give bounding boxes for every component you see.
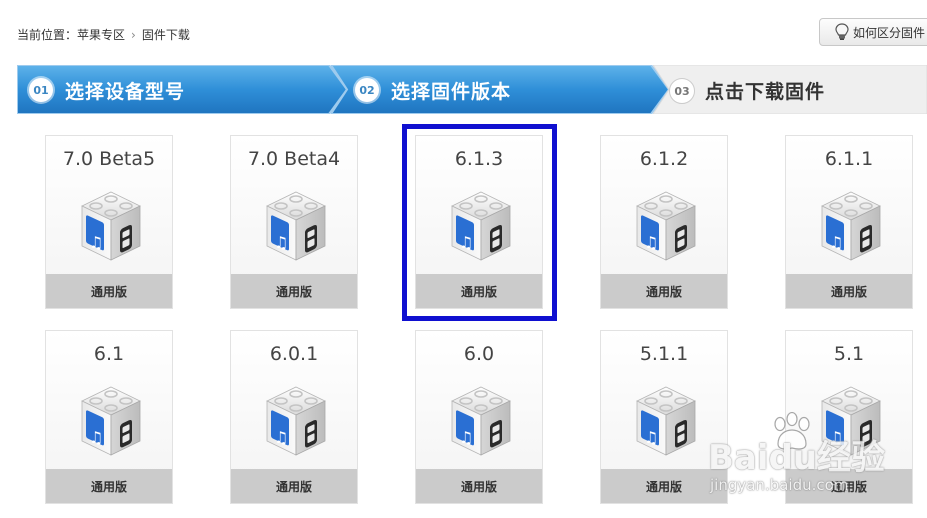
- firmware-card[interactable]: 6.0.1 ♫ 通用版: [230, 330, 358, 504]
- step-label: 选择固件版本: [391, 81, 512, 103]
- breadcrumb-apple-zone[interactable]: 苹果专区: [77, 28, 125, 42]
- svg-text:♫: ♫: [829, 428, 843, 447]
- firmware-version: 6.1.2: [639, 148, 689, 170]
- step-number: 03: [669, 78, 695, 104]
- firmware-version: 6.1.1: [824, 148, 874, 170]
- svg-text:♫: ♫: [274, 428, 288, 447]
- firmware-edition-label: 通用版: [786, 469, 912, 503]
- breadcrumb-current: 固件下载: [141, 28, 190, 42]
- svg-text:♫: ♫: [274, 233, 288, 252]
- svg-text:♫: ♫: [459, 428, 473, 447]
- step-label: 点击下载固件: [705, 81, 826, 103]
- firmware-version: 7.0 Beta4: [247, 148, 341, 170]
- itunes-firmware-cube-icon: ♫: [816, 186, 886, 264]
- firmware-edition-label: 通用版: [416, 274, 542, 308]
- svg-text:♫: ♫: [644, 233, 658, 252]
- firmware-edition-label: 通用版: [416, 469, 542, 503]
- firmware-card[interactable]: 6.1.2 ♫ 通用版: [600, 135, 728, 309]
- firmware-edition-label: 通用版: [601, 274, 727, 308]
- steps-bar: 01 选择设备型号 02 选择固件版本 03 点击下载固件: [17, 65, 927, 114]
- step-download-firmware[interactable]: 03 点击下载固件: [653, 65, 927, 114]
- firmware-version: 6.1: [93, 343, 125, 365]
- svg-text:♫: ♫: [459, 233, 473, 252]
- firmware-card[interactable]: 5.1 ♫ 通用版: [785, 330, 913, 504]
- firmware-version: 6.1.3: [454, 148, 504, 170]
- firmware-card[interactable]: 5.1.1 ♫ 通用版: [600, 330, 728, 504]
- itunes-firmware-cube-icon: ♫: [816, 381, 886, 459]
- firmware-version: 5.1.1: [639, 343, 689, 365]
- firmware-card[interactable]: 6.1.1 ♫ 通用版: [785, 135, 913, 309]
- svg-text:♫: ♫: [829, 233, 843, 252]
- firmware-edition-label: 通用版: [46, 469, 172, 503]
- step-number: 01: [29, 78, 53, 102]
- itunes-firmware-cube-icon: ♫: [261, 186, 331, 264]
- step-select-device[interactable]: 01 选择设备型号: [17, 65, 347, 114]
- itunes-firmware-cube-icon: ♫: [76, 381, 146, 459]
- svg-text:♫: ♫: [89, 428, 103, 447]
- itunes-firmware-cube-icon: ♫: [631, 381, 701, 459]
- how-to-distinguish-firmware-button[interactable]: 如何区分固件: [819, 18, 927, 46]
- help-button-label: 如何区分固件: [853, 25, 926, 40]
- breadcrumb-prefix: 当前位置：: [17, 28, 78, 42]
- step-select-firmware-version[interactable]: 02 选择固件版本: [331, 65, 671, 114]
- firmware-version: 6.0: [463, 343, 495, 365]
- firmware-edition-label: 通用版: [46, 274, 172, 308]
- itunes-firmware-cube-icon: ♫: [631, 186, 701, 264]
- firmware-version: 5.1: [833, 343, 865, 365]
- itunes-firmware-cube-icon: ♫: [446, 381, 516, 459]
- firmware-card[interactable]: 7.0 Beta5 ♫ 通用版: [45, 135, 173, 309]
- lightbulb-icon: [834, 23, 850, 41]
- itunes-firmware-cube-icon: ♫: [76, 186, 146, 264]
- firmware-card[interactable]: 7.0 Beta4 ♫ 通用版: [230, 135, 358, 309]
- svg-text:♫: ♫: [89, 233, 103, 252]
- firmware-edition-label: 通用版: [601, 469, 727, 503]
- firmware-edition-label: 通用版: [231, 469, 357, 503]
- firmware-version: 7.0 Beta5: [62, 148, 156, 170]
- step-number: 02: [355, 78, 379, 102]
- svg-text:♫: ♫: [644, 428, 658, 447]
- breadcrumb-separator: ›: [131, 28, 136, 42]
- firmware-version: 6.0.1: [269, 343, 319, 365]
- firmware-card[interactable]: 6.0 ♫ 通用版: [415, 330, 543, 504]
- itunes-firmware-cube-icon: ♫: [446, 186, 516, 264]
- firmware-edition-label: 通用版: [786, 274, 912, 308]
- step-label: 选择设备型号: [65, 81, 186, 103]
- breadcrumb: 当前位置：苹果专区 › 固件下载: [17, 26, 190, 43]
- firmware-card[interactable]: 6.1 ♫ 通用版: [45, 330, 173, 504]
- itunes-firmware-cube-icon: ♫: [261, 381, 331, 459]
- firmware-edition-label: 通用版: [231, 274, 357, 308]
- firmware-card[interactable]: 6.1.3 ♫ 通用版: [415, 135, 543, 309]
